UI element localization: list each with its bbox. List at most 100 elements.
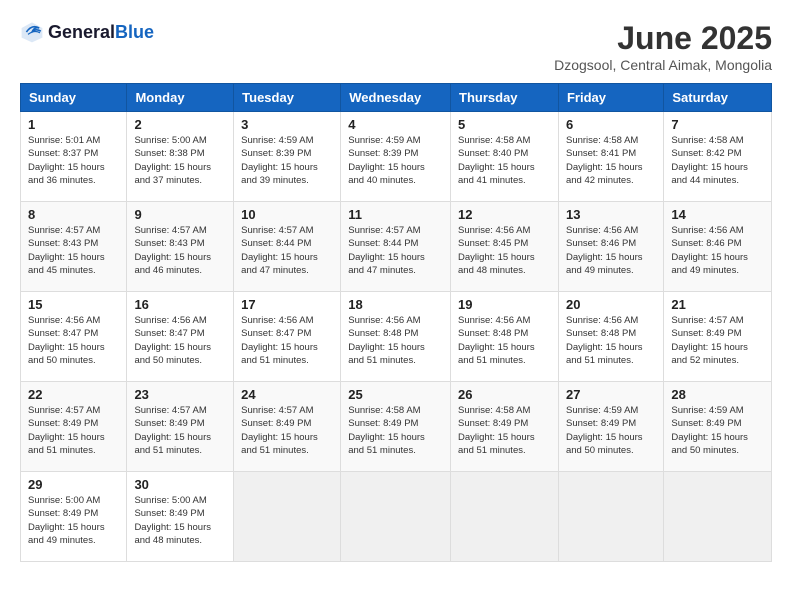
day-number: 6 [566, 117, 656, 132]
weekday-header-row: SundayMondayTuesdayWednesdayThursdayFrid… [21, 84, 772, 112]
day-info: Sunrise: 4:59 AM Sunset: 8:39 PM Dayligh… [241, 134, 333, 187]
calendar-cell: 19 Sunrise: 4:56 AM Sunset: 8:48 PM Dayl… [451, 292, 559, 382]
day-number: 16 [134, 297, 226, 312]
day-number: 1 [28, 117, 119, 132]
weekday-header: Tuesday [234, 84, 341, 112]
header: GeneralBlue June 2025 Dzogsool, Central … [20, 20, 772, 73]
logo-general: General [48, 22, 115, 42]
day-info: Sunrise: 4:57 AM Sunset: 8:44 PM Dayligh… [241, 224, 333, 277]
day-info: Sunrise: 4:57 AM Sunset: 8:43 PM Dayligh… [134, 224, 226, 277]
weekday-header: Thursday [451, 84, 559, 112]
calendar-cell: 29 Sunrise: 5:00 AM Sunset: 8:49 PM Dayl… [21, 472, 127, 562]
calendar-cell: 15 Sunrise: 4:56 AM Sunset: 8:47 PM Dayl… [21, 292, 127, 382]
calendar-cell: 9 Sunrise: 4:57 AM Sunset: 8:43 PM Dayli… [127, 202, 234, 292]
calendar-cell: 8 Sunrise: 4:57 AM Sunset: 8:43 PM Dayli… [21, 202, 127, 292]
calendar-cell: 22 Sunrise: 4:57 AM Sunset: 8:49 PM Dayl… [21, 382, 127, 472]
day-info: Sunrise: 4:57 AM Sunset: 8:43 PM Dayligh… [28, 224, 119, 277]
day-number: 14 [671, 207, 764, 222]
day-info: Sunrise: 4:59 AM Sunset: 8:39 PM Dayligh… [348, 134, 443, 187]
title-area: June 2025 Dzogsool, Central Aimak, Mongo… [554, 20, 772, 73]
calendar-cell: 2 Sunrise: 5:00 AM Sunset: 8:38 PM Dayli… [127, 112, 234, 202]
calendar-cell: 10 Sunrise: 4:57 AM Sunset: 8:44 PM Dayl… [234, 202, 341, 292]
weekday-header: Friday [558, 84, 663, 112]
weekday-header: Sunday [21, 84, 127, 112]
day-number: 25 [348, 387, 443, 402]
day-info: Sunrise: 5:01 AM Sunset: 8:37 PM Dayligh… [28, 134, 119, 187]
calendar-cell [664, 472, 772, 562]
day-number: 4 [348, 117, 443, 132]
day-info: Sunrise: 4:57 AM Sunset: 8:44 PM Dayligh… [348, 224, 443, 277]
calendar-cell: 16 Sunrise: 4:56 AM Sunset: 8:47 PM Dayl… [127, 292, 234, 382]
day-info: Sunrise: 4:58 AM Sunset: 8:41 PM Dayligh… [566, 134, 656, 187]
calendar-cell: 4 Sunrise: 4:59 AM Sunset: 8:39 PM Dayli… [341, 112, 451, 202]
calendar-cell: 23 Sunrise: 4:57 AM Sunset: 8:49 PM Dayl… [127, 382, 234, 472]
day-info: Sunrise: 5:00 AM Sunset: 8:38 PM Dayligh… [134, 134, 226, 187]
day-number: 15 [28, 297, 119, 312]
logo-blue: Blue [115, 22, 154, 42]
calendar-cell: 6 Sunrise: 4:58 AM Sunset: 8:41 PM Dayli… [558, 112, 663, 202]
day-number: 23 [134, 387, 226, 402]
calendar-cell: 25 Sunrise: 4:58 AM Sunset: 8:49 PM Dayl… [341, 382, 451, 472]
day-number: 9 [134, 207, 226, 222]
day-number: 17 [241, 297, 333, 312]
calendar-week-row: 29 Sunrise: 5:00 AM Sunset: 8:49 PM Dayl… [21, 472, 772, 562]
day-info: Sunrise: 4:59 AM Sunset: 8:49 PM Dayligh… [671, 404, 764, 457]
day-number: 13 [566, 207, 656, 222]
day-number: 28 [671, 387, 764, 402]
day-info: Sunrise: 4:56 AM Sunset: 8:48 PM Dayligh… [566, 314, 656, 367]
weekday-header: Wednesday [341, 84, 451, 112]
day-number: 10 [241, 207, 333, 222]
day-info: Sunrise: 4:56 AM Sunset: 8:47 PM Dayligh… [241, 314, 333, 367]
day-number: 27 [566, 387, 656, 402]
calendar-cell: 28 Sunrise: 4:59 AM Sunset: 8:49 PM Dayl… [664, 382, 772, 472]
calendar-cell: 7 Sunrise: 4:58 AM Sunset: 8:42 PM Dayli… [664, 112, 772, 202]
calendar-cell: 3 Sunrise: 4:59 AM Sunset: 8:39 PM Dayli… [234, 112, 341, 202]
calendar-cell: 11 Sunrise: 4:57 AM Sunset: 8:44 PM Dayl… [341, 202, 451, 292]
day-number: 24 [241, 387, 333, 402]
calendar-cell: 5 Sunrise: 4:58 AM Sunset: 8:40 PM Dayli… [451, 112, 559, 202]
calendar-cell [341, 472, 451, 562]
day-info: Sunrise: 4:56 AM Sunset: 8:46 PM Dayligh… [566, 224, 656, 277]
day-number: 3 [241, 117, 333, 132]
day-number: 8 [28, 207, 119, 222]
day-info: Sunrise: 4:58 AM Sunset: 8:40 PM Dayligh… [458, 134, 551, 187]
calendar-cell [234, 472, 341, 562]
calendar-cell: 14 Sunrise: 4:56 AM Sunset: 8:46 PM Dayl… [664, 202, 772, 292]
calendar-cell: 13 Sunrise: 4:56 AM Sunset: 8:46 PM Dayl… [558, 202, 663, 292]
calendar-cell: 27 Sunrise: 4:59 AM Sunset: 8:49 PM Dayl… [558, 382, 663, 472]
day-info: Sunrise: 4:56 AM Sunset: 8:47 PM Dayligh… [134, 314, 226, 367]
day-number: 5 [458, 117, 551, 132]
day-number: 18 [348, 297, 443, 312]
day-number: 30 [134, 477, 226, 492]
day-info: Sunrise: 4:59 AM Sunset: 8:49 PM Dayligh… [566, 404, 656, 457]
weekday-header: Saturday [664, 84, 772, 112]
calendar-cell [451, 472, 559, 562]
day-info: Sunrise: 4:56 AM Sunset: 8:47 PM Dayligh… [28, 314, 119, 367]
day-info: Sunrise: 5:00 AM Sunset: 8:49 PM Dayligh… [28, 494, 119, 547]
calendar-week-row: 22 Sunrise: 4:57 AM Sunset: 8:49 PM Dayl… [21, 382, 772, 472]
day-number: 20 [566, 297, 656, 312]
day-number: 22 [28, 387, 119, 402]
day-number: 19 [458, 297, 551, 312]
day-info: Sunrise: 4:56 AM Sunset: 8:48 PM Dayligh… [348, 314, 443, 367]
day-number: 2 [134, 117, 226, 132]
day-number: 11 [348, 207, 443, 222]
day-number: 7 [671, 117, 764, 132]
day-info: Sunrise: 5:00 AM Sunset: 8:49 PM Dayligh… [134, 494, 226, 547]
calendar-cell: 12 Sunrise: 4:56 AM Sunset: 8:45 PM Dayl… [451, 202, 559, 292]
day-number: 29 [28, 477, 119, 492]
weekday-header: Monday [127, 84, 234, 112]
logo-text: GeneralBlue [48, 23, 154, 42]
logo: GeneralBlue [20, 20, 154, 44]
day-number: 26 [458, 387, 551, 402]
day-info: Sunrise: 4:57 AM Sunset: 8:49 PM Dayligh… [241, 404, 333, 457]
day-info: Sunrise: 4:58 AM Sunset: 8:49 PM Dayligh… [348, 404, 443, 457]
month-title: June 2025 [554, 20, 772, 57]
day-info: Sunrise: 4:57 AM Sunset: 8:49 PM Dayligh… [134, 404, 226, 457]
calendar-cell: 26 Sunrise: 4:58 AM Sunset: 8:49 PM Dayl… [451, 382, 559, 472]
calendar-cell: 18 Sunrise: 4:56 AM Sunset: 8:48 PM Dayl… [341, 292, 451, 382]
day-info: Sunrise: 4:56 AM Sunset: 8:48 PM Dayligh… [458, 314, 551, 367]
calendar-table: SundayMondayTuesdayWednesdayThursdayFrid… [20, 83, 772, 562]
calendar-cell: 30 Sunrise: 5:00 AM Sunset: 8:49 PM Dayl… [127, 472, 234, 562]
calendar-week-row: 15 Sunrise: 4:56 AM Sunset: 8:47 PM Dayl… [21, 292, 772, 382]
